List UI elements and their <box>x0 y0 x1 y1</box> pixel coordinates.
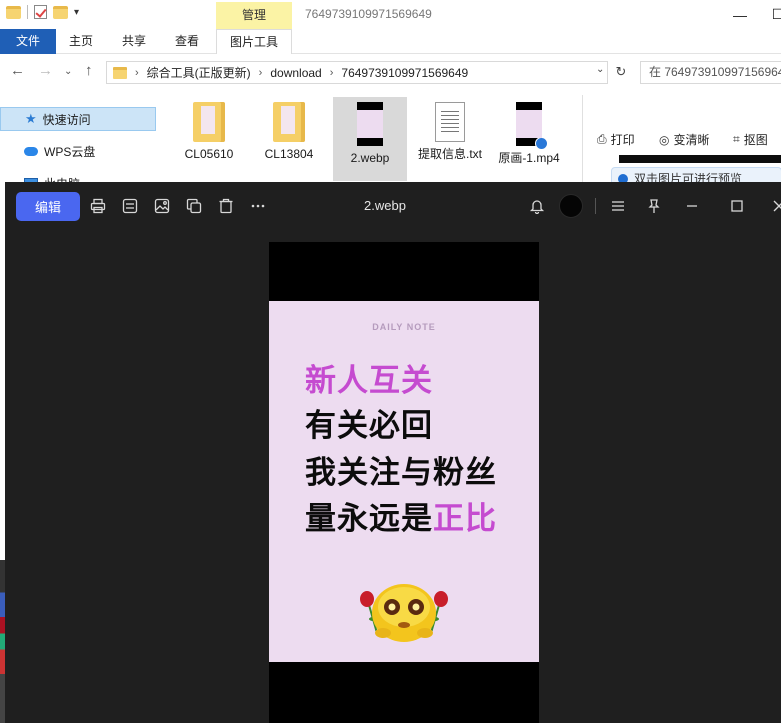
navigation-pane: ★ 快速访问 WPS云盘 此电脑 <box>0 95 160 195</box>
forward-icon[interactable]: → <box>38 62 53 79</box>
manage-tab-header[interactable]: 管理 <box>216 2 292 29</box>
search-input[interactable]: 在 7649739109971569649 <box>640 61 781 84</box>
chevron-right-icon[interactable]: › <box>135 67 139 79</box>
chevron-right-icon[interactable]: › <box>330 67 334 79</box>
tab-share[interactable]: 共享 <box>113 29 155 54</box>
displayed-image[interactable]: DAILY NOTE 新人互关 有关必回 我关注与粉丝 量永远是正比 <box>269 242 539 723</box>
properties-icon[interactable] <box>34 5 47 19</box>
folder-icon <box>273 102 305 142</box>
sidebar-item-label: 快速访问 <box>42 112 91 127</box>
note-line-1: 新人互关 <box>305 363 433 399</box>
viewer-filename: 2.webp <box>364 198 406 213</box>
copy-icon[interactable] <box>184 196 204 216</box>
cutout-icon: ⌗ <box>733 132 740 146</box>
window-title: 7649739109971569649 <box>305 7 432 21</box>
print-icon[interactable] <box>88 196 108 216</box>
sharpen-icon: ◎ <box>659 132 670 147</box>
ribbon-tabs: 文件 主页 共享 查看 图片工具 <box>0 29 781 54</box>
cutout-button[interactable]: ⌗ 抠图 <box>733 131 768 148</box>
sidebar-item-label: WPS云盘 <box>44 144 96 159</box>
tab-home[interactable]: 主页 <box>60 29 102 54</box>
folder-icon <box>113 66 127 79</box>
cutout-label: 抠图 <box>743 133 768 147</box>
file-list: CL05610 CL13804 2.webp 提取信息.txt 原画-1.mp4 <box>170 95 580 185</box>
note-line-3: 我关注与粉丝 <box>305 455 497 491</box>
title-bar: ▾ 管理 7649739109971569649 — ☐ <box>0 0 781 29</box>
tab-view[interactable]: 查看 <box>166 29 208 54</box>
close-icon[interactable] <box>769 196 781 216</box>
delete-icon[interactable] <box>216 196 236 216</box>
refresh-icon[interactable]: ↻ <box>612 62 630 82</box>
avatar[interactable] <box>559 194 583 218</box>
tab-file[interactable]: 文件 <box>0 29 56 54</box>
quick-access-toolbar: ▾ <box>6 5 79 19</box>
print-icon: ⎙ <box>597 132 607 146</box>
text-file-icon <box>435 102 465 142</box>
address-bar[interactable]: › 综合工具(正版更新) › download › 76497391099715… <box>106 61 608 84</box>
file-name: 2.webp <box>350 151 390 165</box>
adjust-icon[interactable] <box>120 196 140 216</box>
note-header: DAILY NOTE <box>372 322 436 332</box>
sharpen-label: 变清晰 <box>673 133 710 147</box>
image-thumbnail-icon <box>357 102 383 146</box>
more-icon[interactable] <box>248 196 268 216</box>
pin-icon[interactable] <box>644 196 664 216</box>
new-folder-icon[interactable] <box>53 5 68 19</box>
menu-icon[interactable] <box>608 196 628 216</box>
breadcrumb-item[interactable]: 7649739109971569649 <box>341 66 468 80</box>
address-dropdown-icon[interactable]: ⌄ <box>596 64 604 75</box>
folder-icon <box>193 102 225 142</box>
file-name: CL05610 <box>184 147 234 161</box>
chevron-right-icon[interactable]: › <box>259 67 263 79</box>
back-icon[interactable]: ← <box>10 62 25 79</box>
minimize-icon[interactable]: — <box>720 0 760 29</box>
address-row: ← → ⌄ ↑ › 综合工具(正版更新) › download › 764973… <box>0 54 781 90</box>
file-item[interactable]: CL13804 <box>252 97 326 181</box>
cloud-icon <box>24 146 38 156</box>
up-icon[interactable]: ↑ <box>85 62 93 79</box>
image-icon[interactable] <box>152 196 172 216</box>
preview-pane: ⎙ 打印 ◎ 变清晰 ⌗ 抠图 双击图片可进行预览 <box>582 95 781 191</box>
sidebar-item-wps-cloud[interactable]: WPS云盘 <box>0 139 156 163</box>
maximize-icon[interactable]: ☐ <box>758 0 781 29</box>
preview-image-strip <box>619 155 781 163</box>
image-viewer-window: 编辑 2.webp DAILY NOTE 新人互关 有关必回 我关注与粉丝 量永… <box>5 182 781 723</box>
separator <box>27 5 28 19</box>
customize-dropdown-icon[interactable]: ▾ <box>74 7 79 18</box>
sharpen-button[interactable]: ◎ 变清晰 <box>659 131 710 148</box>
note-line-2: 有关必回 <box>305 408 433 444</box>
bell-icon[interactable] <box>527 196 547 216</box>
recent-dropdown-icon[interactable]: ⌄ <box>64 66 72 77</box>
minimize-icon[interactable] <box>682 196 702 216</box>
video-badge-icon <box>535 137 548 150</box>
sidebar-item-quick-access[interactable]: ★ 快速访问 <box>0 107 156 131</box>
file-name: CL13804 <box>264 147 314 161</box>
maximize-icon[interactable] <box>727 196 747 216</box>
file-item[interactable]: CL05610 <box>172 97 246 181</box>
emoji-with-roses-icon <box>360 584 448 642</box>
note-line-4: 量永远是正比 <box>305 493 497 538</box>
print-label: 打印 <box>610 133 635 147</box>
note-card: DAILY NOTE 新人互关 有关必回 我关注与粉丝 量永远是正比 <box>269 301 539 662</box>
tab-picture-tools[interactable]: 图片工具 <box>216 29 292 54</box>
video-thumbnail-icon <box>516 102 548 150</box>
print-button[interactable]: ⎙ 打印 <box>597 131 635 148</box>
star-icon: ★ <box>25 111 37 126</box>
folder-icon[interactable] <box>6 5 21 19</box>
viewer-toolbar: 编辑 2.webp <box>5 182 781 230</box>
toolbar-divider <box>595 198 596 214</box>
breadcrumb-item[interactable]: download <box>270 66 321 80</box>
breadcrumb-item[interactable]: 综合工具(正版更新) <box>147 64 251 81</box>
edit-button[interactable]: 编辑 <box>16 192 80 221</box>
note-line-4-text: 量永远是 <box>305 501 433 537</box>
note-line-4-highlight: 正比 <box>433 501 497 537</box>
file-item[interactable]: 提取信息.txt <box>413 97 487 181</box>
file-name: 提取信息.txt <box>417 147 482 161</box>
file-item[interactable]: 原画-1.mp4 <box>492 97 566 181</box>
file-item[interactable]: 2.webp <box>333 97 407 181</box>
file-name: 原画-1.mp4 <box>498 151 560 165</box>
